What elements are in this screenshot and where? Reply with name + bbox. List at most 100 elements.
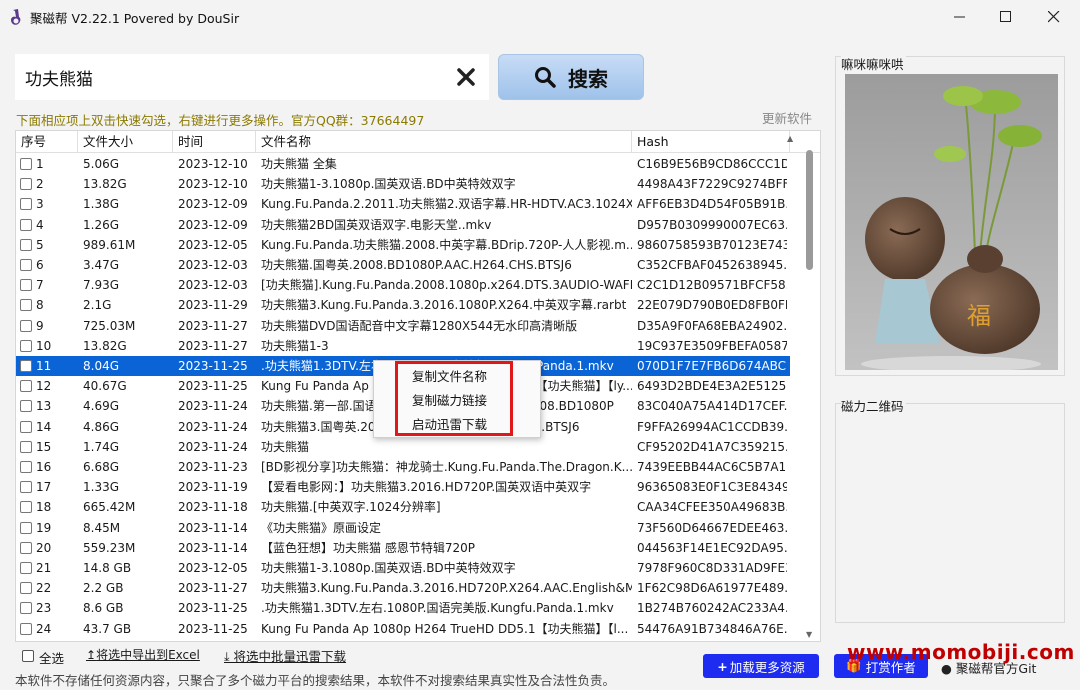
row-hash: 1F62C98D6A61977E489... [637, 581, 787, 596]
column-header-index[interactable]: 序号 [16, 131, 78, 153]
table-row[interactable]: 16 6.68G 2023-11-23 [BD影视分享]功夫熊猫：神龙骑士.Kung.… [16, 457, 790, 477]
row-time: 2023-11-14 [178, 520, 248, 535]
row-checkbox[interactable] [20, 178, 32, 191]
row-checkbox[interactable] [20, 622, 32, 635]
table-row[interactable]: 9 725.03M 2023-11-27 功夫熊猫DVD国语配音中文字幕1280X54… [16, 316, 790, 336]
row-filename: 功夫熊猫DVD国语配音中文字幕1280X544无水印高清晰版 [261, 318, 578, 333]
row-time: 2023-11-24 [178, 419, 248, 434]
table-row[interactable]: 3 1.38G 2023-12-09 Kung.Fu.Panda.2.2011.功夫熊… [16, 194, 790, 214]
row-index: 12 [36, 379, 52, 394]
table-row[interactable]: 21 14.8 GB 2023-12-05 功夫熊猫1-3.1080p.国英双语.B… [16, 558, 790, 578]
row-checkbox[interactable] [20, 501, 32, 514]
row-time: 2023-11-25 [178, 621, 248, 636]
close-window-button[interactable] [1030, 0, 1078, 34]
row-checkbox[interactable] [20, 400, 32, 413]
row-size: 40.67G [83, 379, 127, 394]
minimize-button[interactable] [936, 0, 984, 34]
table-row[interactable]: 5 989.61M 2023-12-05 Kung.Fu.Panda.功夫熊猫.200… [16, 235, 790, 255]
row-checkbox[interactable] [20, 259, 32, 271]
row-checkbox[interactable] [20, 238, 32, 251]
row-checkbox[interactable] [20, 218, 32, 231]
row-time: 2023-11-29 [178, 298, 248, 313]
row-index: 2 [36, 177, 44, 192]
row-hash: D35A9F0FA68EBA24902... [637, 318, 787, 333]
table-row[interactable]: 7 7.93G 2023-12-03 [功夫熊猫].Kung.Fu.Panda.200… [16, 275, 790, 295]
table-row[interactable]: 8 2.1G 2023-11-29 功夫熊猫3.Kung.Fu.Panda.3.201… [16, 295, 790, 315]
row-hash: 22E079D790B0ED8FB0FF... [637, 298, 787, 313]
qr-panel-title: 磁力二维码 [841, 396, 906, 415]
scroll-up-icon[interactable]: ▲ [787, 134, 793, 143]
table-row[interactable]: 1 5.06G 2023-12-10 功夫熊猫 全集 C16B9E56B9CD86CCC… [16, 154, 790, 174]
search-button[interactable]: 搜索 [498, 54, 644, 100]
row-hash: 83C040A75A414D17CEF... [637, 399, 787, 414]
column-header-name[interactable]: 文件名称 [256, 131, 632, 153]
download-icon: ⤓ [224, 649, 234, 664]
row-checkbox[interactable] [20, 299, 32, 312]
row-filename: 功夫熊猫.国粤英.2008.BD1080P.AAC.H264.CHS.BTSJ6 [261, 258, 572, 272]
row-checkbox[interactable] [20, 339, 32, 352]
row-checkbox[interactable] [20, 198, 32, 211]
table-row[interactable]: 24 43.7 GB 2023-11-25 Kung Fu Panda Ap 108… [16, 619, 790, 639]
export-excel-link[interactable]: ↥将选中导出到Excel [86, 646, 200, 663]
row-hash: D957B0309990007EC63... [637, 217, 787, 232]
table-row[interactable]: 22 2.2 GB 2023-11-27 功夫熊猫3.Kung.Fu.Panda.3… [16, 578, 790, 598]
row-size: 13.82G [83, 338, 127, 353]
row-checkbox[interactable] [20, 440, 32, 453]
table-row[interactable]: 19 8.45M 2023-11-14 《功夫熊猫》原画设定 73F560D64667E… [16, 518, 790, 538]
plus-icon: + [717, 658, 728, 674]
row-time: 2023-11-27 [178, 338, 248, 353]
table-row[interactable]: 15 1.74G 2023-11-24 功夫熊猫 CF95202D41A7C359215… [16, 437, 790, 457]
scroll-down-icon[interactable]: ▼ [806, 630, 812, 639]
row-checkbox[interactable] [20, 380, 32, 393]
search-icon [535, 67, 556, 88]
row-filename: Kung.Fu.Panda.2.2011.功夫熊猫2.双语字幕.HR-HDTV.… [261, 197, 632, 212]
row-size: 8.45M [83, 520, 121, 535]
row-time: 2023-11-24 [178, 439, 248, 454]
select-all-label[interactable]: 全选 [39, 648, 64, 667]
load-more-button[interactable]: + 加载更多资源 [703, 654, 819, 678]
maximize-button[interactable] [982, 0, 1030, 34]
table-row[interactable]: 10 13.82G 2023-11-27 功夫熊猫1-3 19C937E3509FBEF… [16, 336, 790, 356]
table-row[interactable]: 4 1.26G 2023-12-09 功夫熊猫2BD国英双语双字.电影天堂..mkv D… [16, 215, 790, 235]
row-size: 5.06G [83, 157, 120, 171]
table-row[interactable]: 18 665.42M 2023-11-18 功夫熊猫.[中英双字.1024分辨率] CA… [16, 497, 790, 517]
search-box [15, 54, 489, 100]
row-checkbox[interactable] [20, 602, 32, 615]
table-row[interactable]: 23 8.6 GB 2023-11-25 .功夫熊猫1.3DTV.左右.1080P.… [16, 598, 790, 618]
row-size: 1.33G [83, 480, 120, 495]
row-checkbox[interactable] [20, 360, 32, 372]
row-time: 2023-11-24 [178, 399, 248, 414]
row-time: 2023-12-03 [178, 258, 248, 272]
row-checkbox[interactable] [20, 541, 32, 554]
column-header-hash[interactable]: Hash [632, 131, 790, 153]
row-size: 4.86G [83, 419, 120, 434]
search-input[interactable] [25, 54, 445, 100]
row-checkbox[interactable] [20, 461, 32, 473]
row-checkbox[interactable] [20, 521, 32, 534]
row-checkbox[interactable] [20, 481, 32, 494]
clear-search-button[interactable] [455, 66, 477, 88]
row-checkbox[interactable] [20, 562, 32, 574]
row-checkbox[interactable] [20, 279, 32, 292]
scrollbar-thumb[interactable] [806, 150, 813, 270]
row-index: 10 [36, 338, 52, 353]
maximize-icon [1000, 11, 1011, 22]
row-checkbox[interactable] [20, 319, 32, 332]
column-header-size[interactable]: 文件大小 [78, 131, 173, 153]
table-row[interactable]: 2 13.82G 2023-12-10 功夫熊猫1-3.1080p.国英双语.BD中英… [16, 174, 790, 194]
column-header-time[interactable]: 时间 [173, 131, 256, 153]
select-all-checkbox[interactable] [22, 650, 34, 662]
table-row[interactable]: 17 1.33G 2023-11-19 【爱看电影网：】功夫熊猫3.2016.HD72… [16, 477, 790, 497]
row-checkbox[interactable] [20, 158, 32, 170]
row-checkbox[interactable] [20, 420, 32, 433]
update-software-link[interactable]: 更新软件 [762, 108, 812, 127]
row-filename: 《功夫熊猫》原画设定 [261, 520, 382, 535]
table-row[interactable]: 6 3.47G 2023-12-03 功夫熊猫.国粤英.2008.BD1080P.AA… [16, 255, 790, 275]
row-hash: 4498A43F7229C9274BFF... [637, 177, 787, 192]
row-size: 8.04G [83, 359, 120, 373]
vertical-scrollbar[interactable] [789, 153, 819, 640]
batch-download-link[interactable]: ⤓ 将选中批量迅雷下载 [224, 646, 346, 665]
row-checkbox[interactable] [20, 582, 32, 595]
row-size: 8.6 GB [83, 601, 124, 616]
table-row[interactable]: 20 559.23M 2023-11-14 【蓝色狂想】功夫熊猫 感恩节特辑720P 0… [16, 538, 790, 558]
